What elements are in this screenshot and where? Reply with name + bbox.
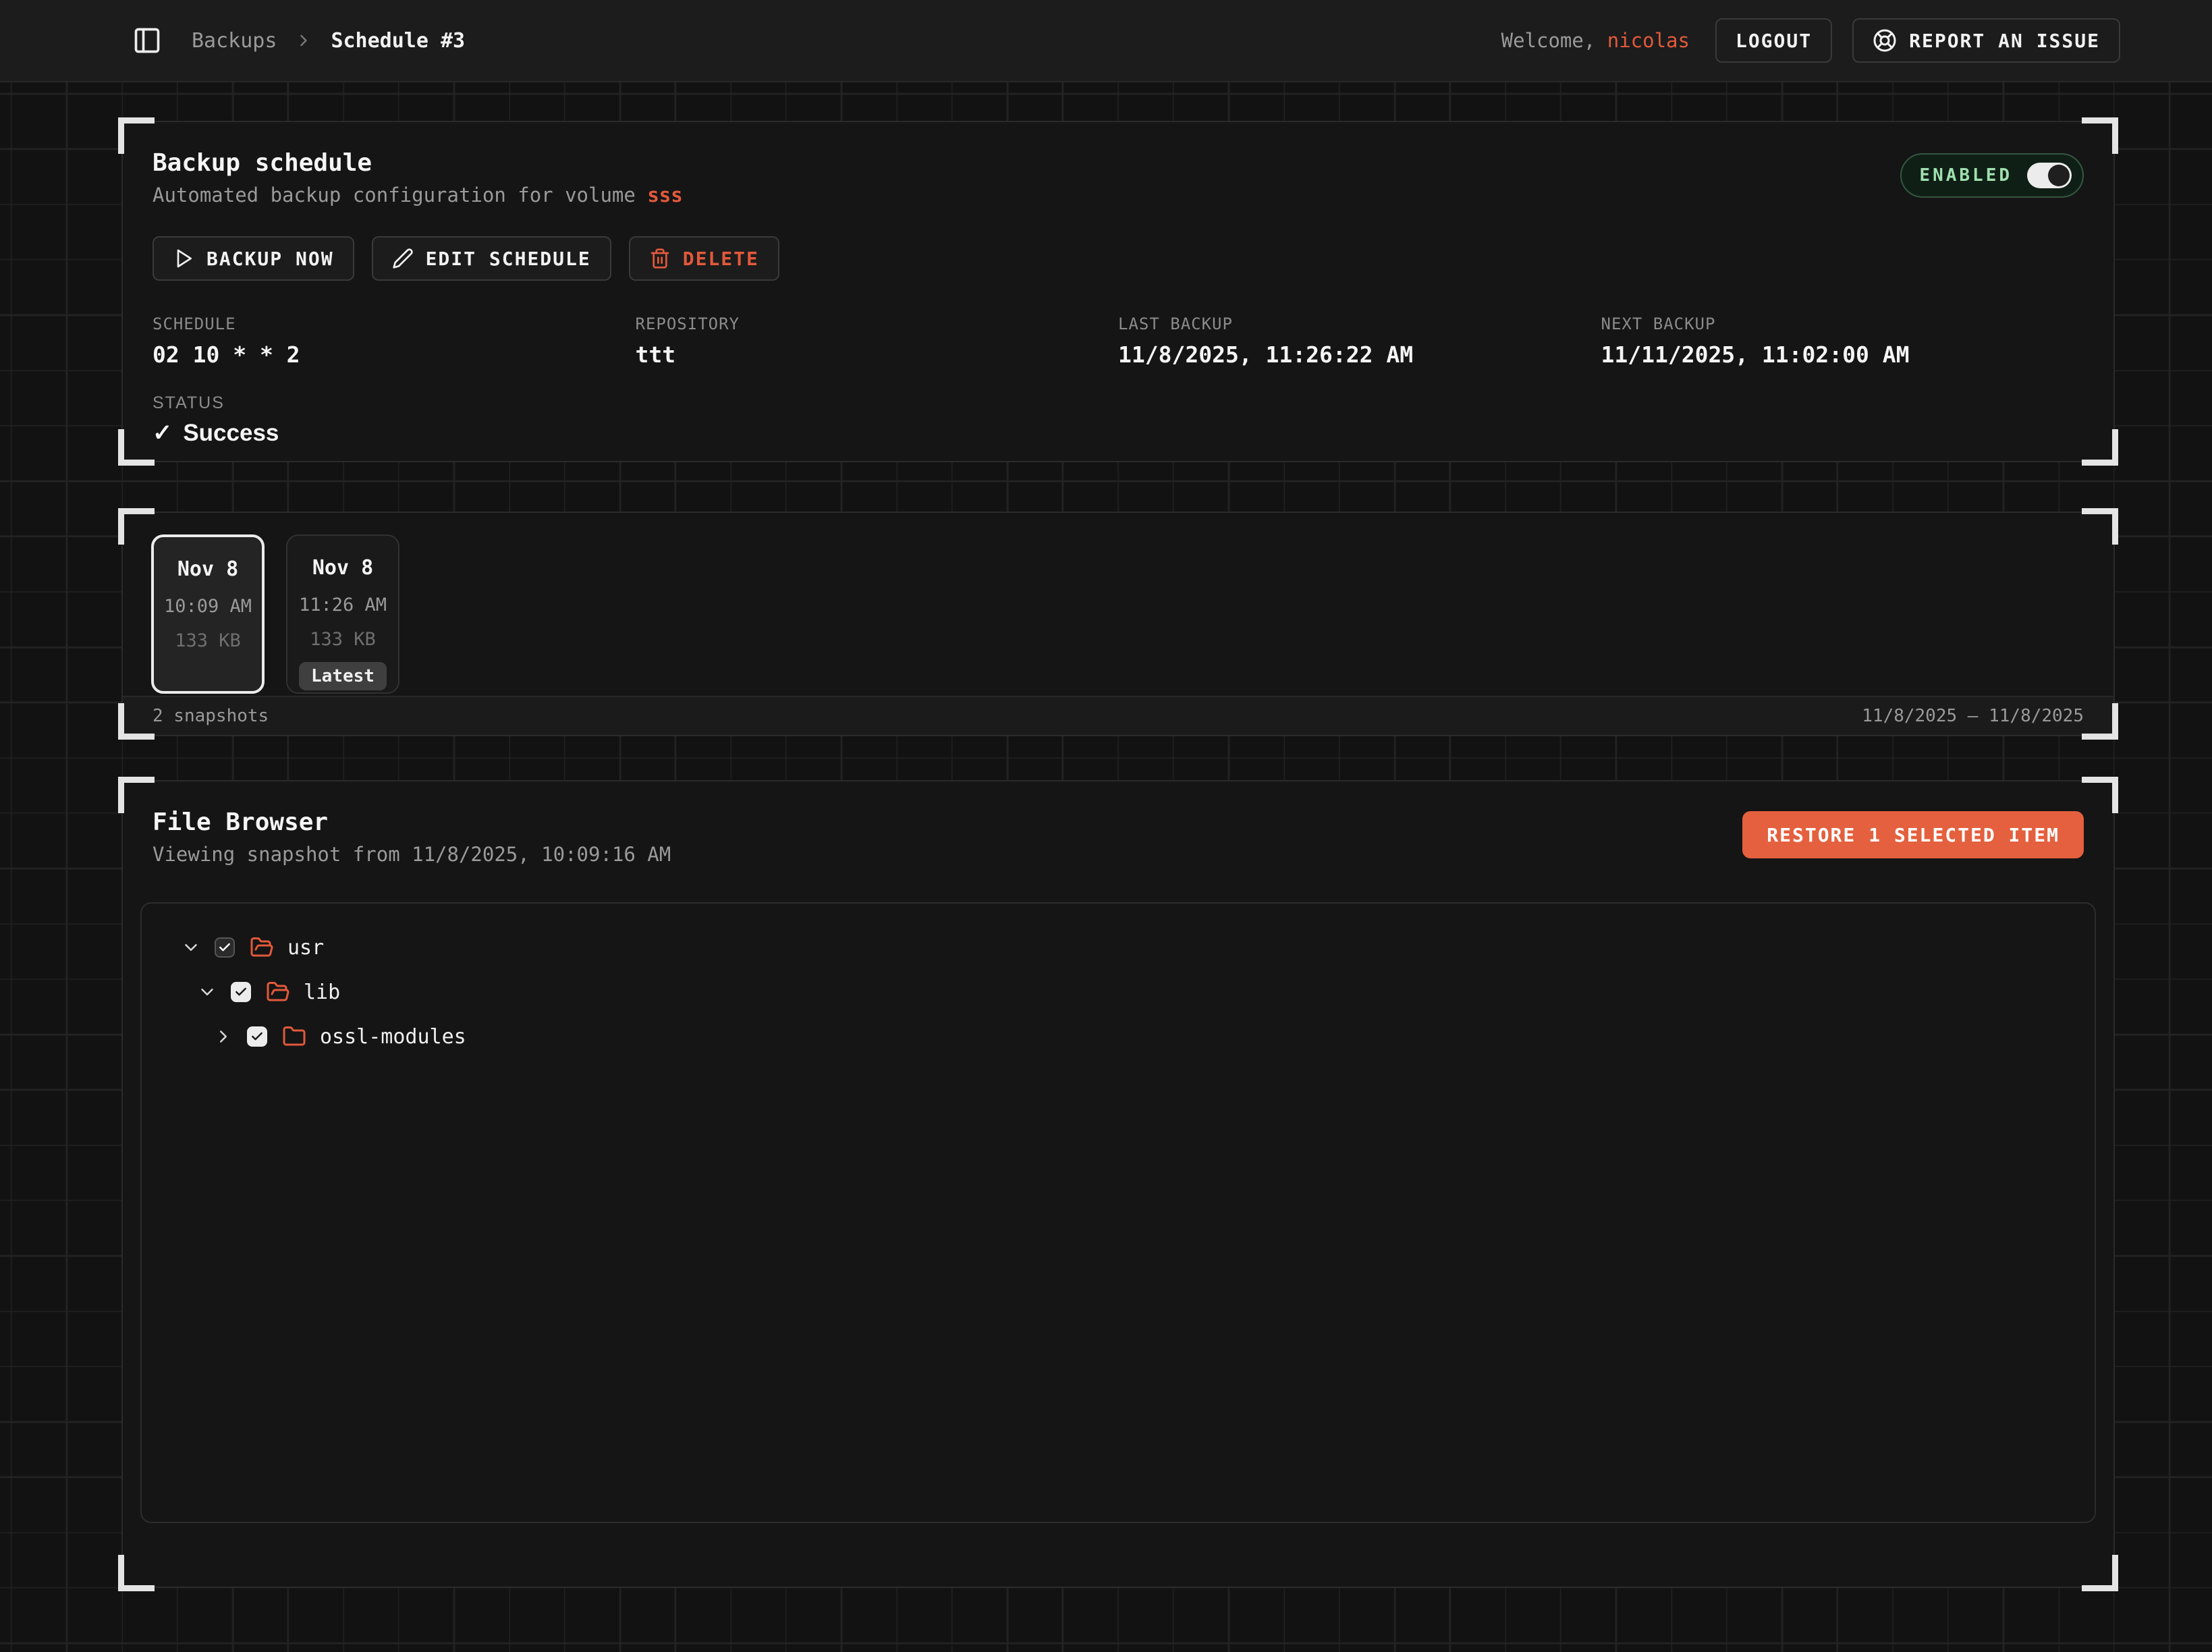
pencil-icon	[392, 248, 414, 269]
snapshot-card-selected[interactable]: Nov 8 10:09 AM 133 KB	[151, 534, 265, 694]
delete-button[interactable]: DELETE	[629, 236, 779, 281]
tree-row-lib[interactable]: lib	[142, 970, 2095, 1014]
chevron-right-icon[interactable]	[213, 1026, 233, 1047]
snapshot-time: 10:09 AM	[164, 596, 252, 617]
field-label: LAST BACKUP	[1118, 314, 1601, 333]
toggle-knob	[2048, 165, 2070, 186]
snapshot-time: 11:26 AM	[299, 595, 387, 615]
chevron-down-icon[interactable]	[197, 982, 217, 1002]
folder-icon	[282, 1024, 306, 1049]
folder-open-icon	[250, 935, 274, 960]
lifebuoy-icon	[1873, 28, 1897, 53]
trash-icon	[649, 248, 671, 269]
corner-bracket	[2082, 117, 2118, 154]
field-value: 11/8/2025, 11:26:22 AM	[1118, 341, 1601, 368]
file-browser-title: File Browser	[153, 808, 671, 836]
tree-label: lib	[304, 981, 340, 1004]
latest-badge: Latest	[299, 662, 387, 690]
schedule-info-grid: SCHEDULE 02 10 * * 2 REPOSITORY ttt LAST…	[153, 314, 2084, 368]
snapshot-card-latest[interactable]: Nov 8 11:26 AM 133 KB Latest	[286, 534, 399, 694]
edit-schedule-button[interactable]: EDIT SCHEDULE	[372, 236, 611, 281]
play-icon	[173, 248, 194, 269]
corner-bracket	[2082, 508, 2118, 545]
volume-name: sss	[647, 184, 682, 206]
report-issue-button[interactable]: REPORT AN ISSUE	[1852, 18, 2120, 63]
breadcrumb-current: Schedule #3	[331, 29, 465, 53]
corner-bracket	[118, 508, 155, 545]
snapshot-date: Nov 8	[177, 557, 238, 581]
field-label: NEXT BACKUP	[1601, 314, 2084, 333]
panel-subtitle: Automated backup configuration for volum…	[153, 184, 683, 206]
tree-row-ossl-modules[interactable]: ossl-modules	[142, 1014, 2095, 1059]
tree-label: usr	[287, 936, 324, 960]
file-browser-panel: File Browser Viewing snapshot from 11/8/…	[121, 780, 2115, 1588]
check-icon: ✓	[153, 420, 172, 447]
corner-bracket	[2082, 1555, 2118, 1591]
breadcrumb: Backups Schedule #3	[192, 29, 465, 53]
field-label: SCHEDULE	[153, 314, 636, 333]
corner-bracket	[118, 1555, 155, 1591]
corner-bracket	[118, 117, 155, 154]
file-tree: usr lib ossl-modules	[140, 902, 2096, 1523]
top-bar: Backups Schedule #3 Welcome, nicolas LOG…	[0, 0, 2212, 82]
checkbox-usr[interactable]	[215, 937, 235, 958]
restore-selected-button[interactable]: RESTORE 1 SELECTED ITEM	[1742, 811, 2084, 858]
panel-title: Backup schedule	[153, 149, 683, 177]
field-label: REPOSITORY	[636, 314, 1119, 333]
snapshot-date: Nov 8	[312, 556, 373, 580]
corner-bracket	[118, 777, 155, 813]
checkbox-lib[interactable]	[231, 982, 251, 1002]
tree-label: ossl-modules	[320, 1025, 466, 1049]
field-next-backup: NEXT BACKUP 11/11/2025, 11:02:00 AM	[1601, 314, 2084, 368]
corner-bracket	[2082, 777, 2118, 813]
field-last-backup: LAST BACKUP 11/8/2025, 11:26:22 AM	[1118, 314, 1601, 368]
enabled-toggle[interactable]: ENABLED	[1900, 153, 2084, 198]
corner-bracket	[118, 429, 155, 466]
panel-left-icon	[132, 26, 162, 55]
corner-bracket	[2082, 429, 2118, 466]
field-value: 11/11/2025, 11:02:00 AM	[1601, 341, 2084, 368]
toggle-switch[interactable]	[2027, 163, 2072, 188]
snapshots-panel: Nov 8 10:09 AM 133 KB Nov 8 11:26 AM 133…	[121, 512, 2115, 736]
tree-row-usr[interactable]: usr	[142, 925, 2095, 970]
welcome-text: Welcome, nicolas	[1501, 29, 1690, 52]
field-status: STATUS ✓ Success	[153, 393, 2084, 447]
snapshot-size: 133 KB	[310, 629, 376, 650]
breadcrumb-backups[interactable]: Backups	[192, 29, 277, 53]
backup-now-button[interactable]: BACKUP NOW	[153, 236, 354, 281]
enabled-label: ENABLED	[1919, 165, 2012, 186]
folder-open-icon	[266, 980, 290, 1004]
username: nicolas	[1607, 29, 1690, 52]
chevron-right-icon	[294, 31, 313, 50]
snapshot-date-range: 11/8/2025 – 11/8/2025	[1862, 706, 2084, 726]
field-value: ttt	[636, 341, 1119, 368]
snapshot-size: 133 KB	[175, 630, 241, 651]
checkbox-ossl-modules[interactable]	[247, 1026, 267, 1047]
snapshots-footer: 2 snapshots 11/8/2025 – 11/8/2025	[123, 696, 2113, 735]
field-repository: REPOSITORY ttt	[636, 314, 1119, 368]
logout-button[interactable]: LOGOUT	[1715, 18, 1832, 63]
status-value: ✓ Success	[153, 420, 2084, 447]
field-schedule: SCHEDULE 02 10 * * 2	[153, 314, 636, 368]
backup-schedule-panel: Backup schedule Automated backup configu…	[121, 121, 2115, 462]
status-label: STATUS	[153, 393, 2084, 413]
chevron-down-icon[interactable]	[181, 937, 201, 958]
file-browser-subtitle: Viewing snapshot from 11/8/2025, 10:09:1…	[153, 843, 671, 866]
snapshot-count: 2 snapshots	[153, 706, 269, 726]
sidebar-toggle-button[interactable]	[130, 23, 165, 58]
field-value: 02 10 * * 2	[153, 341, 636, 368]
